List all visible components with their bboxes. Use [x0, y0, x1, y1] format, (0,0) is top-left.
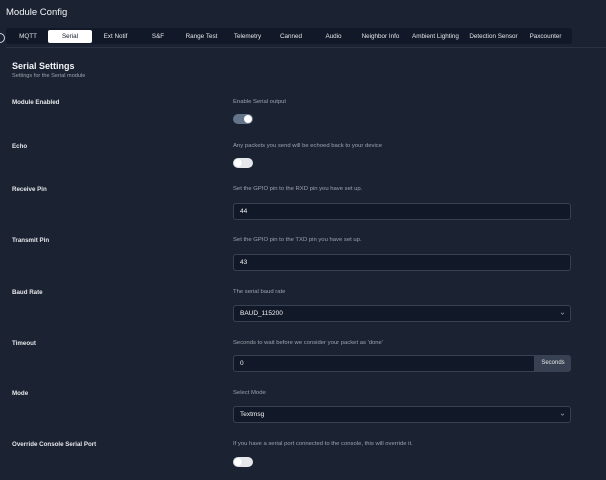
tab-ambient-lighting[interactable]: Ambient Lighting: [407, 30, 464, 43]
chevron-down-icon: [560, 413, 565, 416]
echo-toggle[interactable]: [233, 158, 253, 168]
receive-pin-label: Receive Pin: [12, 186, 47, 193]
baud-rate-select[interactable]: BAUD_115200: [233, 305, 571, 322]
tab-sf[interactable]: S&F: [139, 30, 177, 43]
echo-description: Any packets you send will be echoed back…: [233, 143, 382, 149]
baud-rate-description: The serial baud rate: [233, 289, 286, 295]
serial-settings-panel: Serial Settings Settings for the Serial …: [6, 47, 606, 480]
timeout-input-group: 0 Seconds: [233, 355, 571, 372]
tab-detection-sensor[interactable]: Detection Sensor: [464, 30, 523, 43]
mode-select[interactable]: Textmsg: [233, 406, 571, 423]
override-console-label: Override Console Serial Port: [12, 441, 97, 448]
section-title: Serial Settings: [12, 61, 75, 71]
tab-telemetry[interactable]: Telemetry: [226, 30, 269, 43]
toggle-knob: [244, 115, 252, 123]
module-enabled-description: Enable Serial output: [233, 99, 287, 105]
chevron-down-icon: [560, 312, 565, 315]
toggle-knob: [234, 458, 242, 466]
transmit-pin-description: Set the GPIO pin to the TXD pin you have…: [233, 237, 362, 243]
tab-neighbor-info[interactable]: Neighbor Info: [354, 30, 407, 43]
timeout-description: Seconds to wait before we consider your …: [233, 340, 383, 346]
tab-range-test[interactable]: Range Test: [177, 30, 226, 43]
tab-canned[interactable]: Canned: [269, 30, 313, 43]
timeout-label: Timeout: [12, 340, 36, 347]
baud-rate-value: BAUD_115200: [240, 310, 283, 317]
baud-rate-label: Baud Rate: [12, 289, 43, 296]
tab-mqtt[interactable]: MQTT: [8, 30, 48, 43]
receive-pin-input[interactable]: 44: [233, 203, 571, 220]
module-enabled-label: Module Enabled: [12, 99, 60, 106]
transmit-pin-label: Transmit Pin: [12, 237, 50, 244]
mode-value: Textmsg: [240, 411, 265, 418]
override-console-description: If you have a serial port connected to t…: [233, 441, 413, 447]
module-tabs: MQTT Serial Ext Notif S&F Range Test Tel…: [6, 28, 572, 44]
collapse-handle-icon[interactable]: [0, 33, 5, 43]
tab-serial[interactable]: Serial: [48, 29, 92, 43]
module-enabled-toggle[interactable]: [233, 114, 253, 124]
override-console-toggle[interactable]: [233, 457, 253, 467]
tab-ext-notif[interactable]: Ext Notif: [92, 30, 139, 43]
timeout-input[interactable]: 0: [233, 355, 535, 372]
tab-paxcounter[interactable]: Paxcounter: [523, 30, 568, 43]
receive-pin-description: Set the GPIO pin to the RXD pin you have…: [233, 186, 363, 192]
mode-description: Select Mode: [233, 390, 266, 396]
tab-audio[interactable]: Audio: [313, 30, 354, 43]
toggle-knob: [234, 159, 242, 167]
timeout-unit-addon: Seconds: [535, 355, 571, 372]
mode-label: Mode: [12, 390, 29, 397]
echo-label: Echo: [12, 143, 28, 150]
app-title: Module Config: [6, 7, 68, 18]
section-subtitle: Settings for the Serial module: [12, 73, 86, 79]
transmit-pin-input[interactable]: 43: [233, 254, 571, 271]
